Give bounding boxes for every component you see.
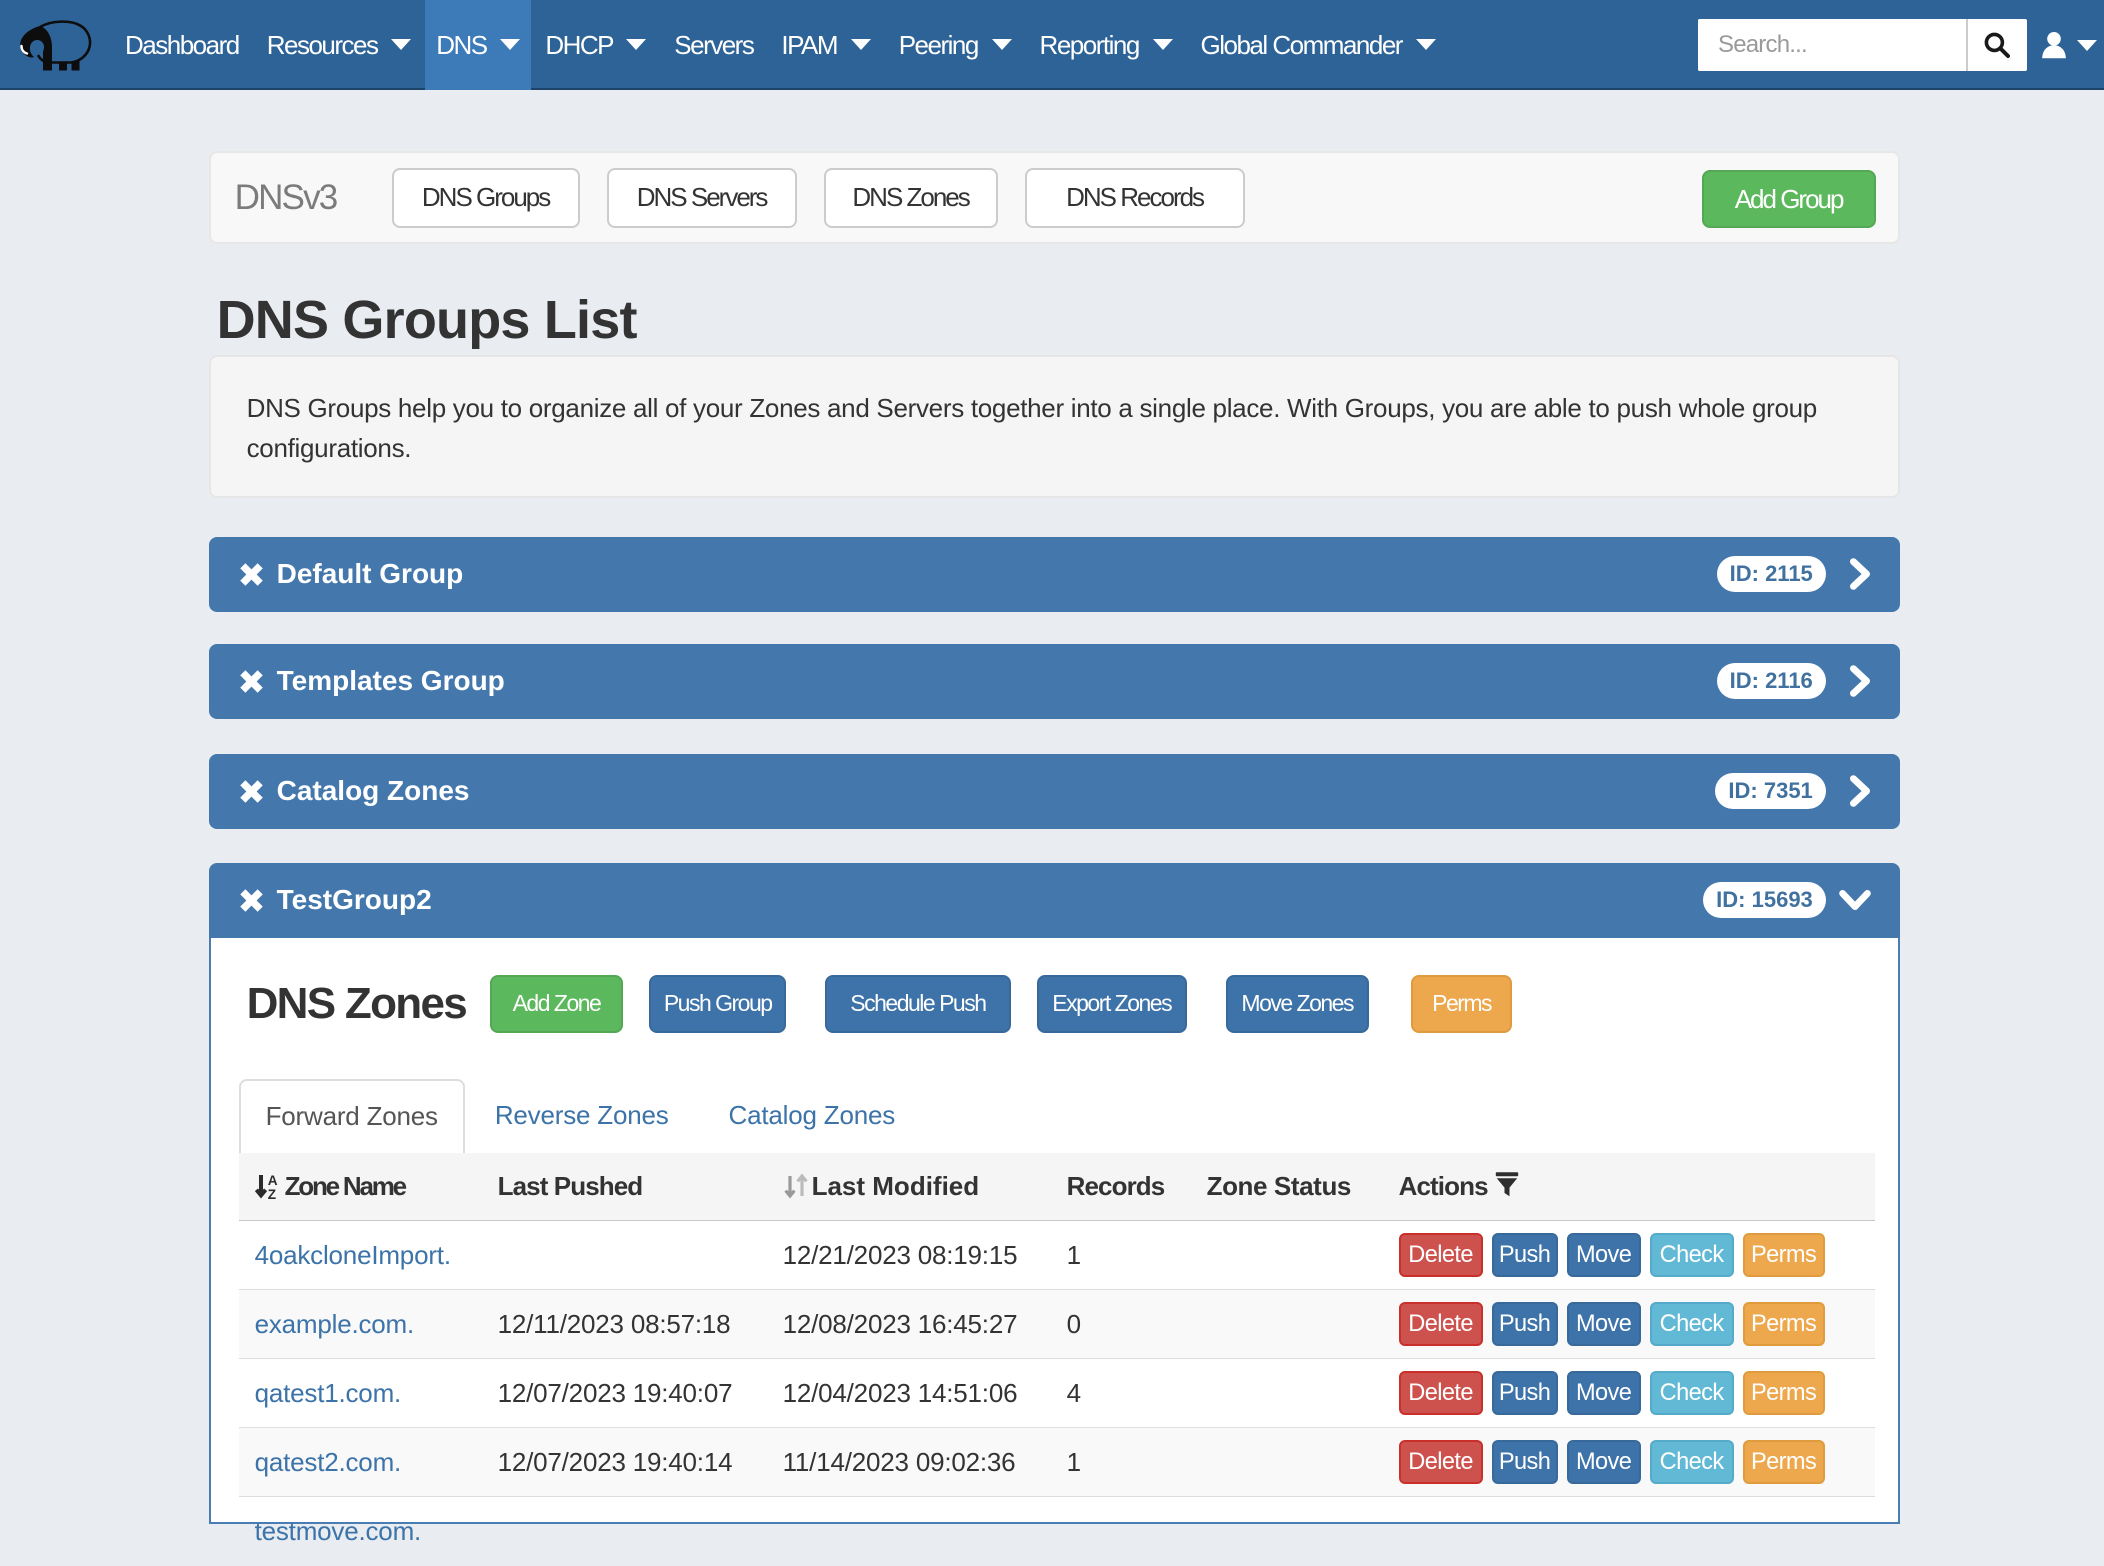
svg-text:Z: Z — [267, 1187, 275, 1199]
svg-text:A: A — [267, 1173, 277, 1188]
